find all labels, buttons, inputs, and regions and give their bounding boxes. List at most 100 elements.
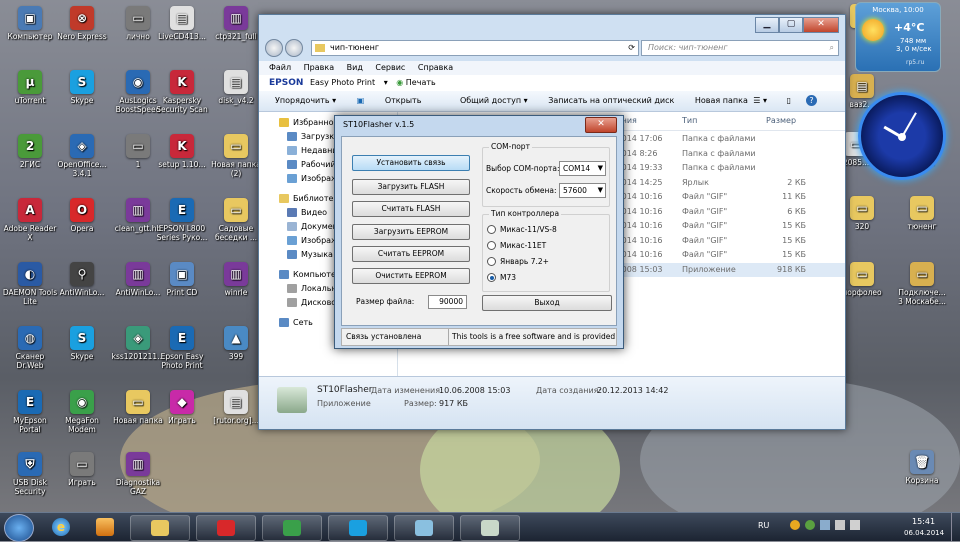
desktop-icon[interactable]: ▥ Diagnostika GAZ [110,452,166,496]
desktop-icon[interactable]: ◆ Играть [154,390,210,425]
burn-button[interactable]: Записать на оптический диск [548,96,674,105]
desktop-icon[interactable]: ▭ Подключе... 3 Москабе... [896,262,948,306]
desktop-icon[interactable]: ⛨ USB Disk Security [2,452,58,496]
back-button[interactable] [265,39,283,57]
load-eeprom-button[interactable]: Загрузить EEPROM [352,224,470,240]
desktop-icon[interactable]: E EPSON L800 Series Руко... [154,198,210,242]
nav-item[interactable]: Музыка [287,250,333,259]
desktop-icon[interactable]: E Epson Easy Photo Print [154,326,210,370]
desktop-icon[interactable]: ▭ Новая папка (2) [208,134,264,178]
read-flash-button[interactable]: Считать FLASH [352,201,470,217]
desktop-icon[interactable]: ▤ LiveCD413... [154,6,210,41]
taskbar-item-st10flasher[interactable] [460,515,520,541]
search-input[interactable]: Поиск: чип-тюненг ⌕ [641,40,839,56]
desktop-icon[interactable]: ⊗ Nero Express [54,6,110,41]
taskbar-item-skype[interactable] [328,515,388,541]
desktop-icon[interactable]: 2 2ГИС [2,134,58,169]
desktop-icon[interactable]: ▣ Компьютер [2,6,58,41]
menu-file[interactable]: Файл [269,63,291,72]
desktop-icon[interactable]: ▣ Print CD [154,262,210,297]
desktop-icon[interactable]: 🗑 Корзина [896,450,948,485]
desktop-icon[interactable]: ▭ Играть [54,452,110,487]
desktop-icon[interactable]: ⚲ AntiWinLo... [54,262,110,297]
tray-icon-3[interactable] [820,520,830,530]
menu-help[interactable]: Справка [418,63,453,72]
help-icon[interactable]: ? [806,95,817,106]
desktop-icon[interactable]: ▥ ctp321_full [208,6,264,41]
language-indicator[interactable]: RU [758,521,769,530]
organize-button[interactable]: Упорядочить ▾ [275,96,336,105]
maximize-button[interactable]: ▢ [779,17,803,33]
weather-gadget[interactable]: Москва, 10:00 +4°C 748 мм 3, 0 м/сек rp5… [855,2,941,72]
controller-radio[interactable]: M73 [487,273,516,282]
nav-item[interactable]: Видео [287,208,327,217]
desktop-icon[interactable]: ▲ 399 [208,326,264,361]
taskbar-item-explorer[interactable] [130,515,190,541]
desktop-icon[interactable]: K Kaspersky Security Scan [154,70,210,114]
desktop-icon[interactable]: E MyEpson Portal [2,390,58,434]
exit-button[interactable]: Выход [482,295,612,311]
desktop-icon[interactable]: O Opera [54,198,110,233]
epson-app-label[interactable]: Easy Photo Print [310,78,375,87]
read-eeprom-button[interactable]: Считать EEPROM [352,246,470,262]
volume-icon[interactable] [850,520,860,530]
controller-radio[interactable]: Микас-11/VS-8 [487,225,557,234]
desktop-icon[interactable]: ▤ [rutor.org]... [208,390,264,425]
menu-tools[interactable]: Сервис [375,63,405,72]
st10flasher-dialog[interactable]: ST10Flasher v.1.5 ✕ Установить связь Заг… [334,115,624,349]
com-port-select[interactable]: COM14 ▼ [559,161,606,176]
chevron-down-icon[interactable]: ▾ [384,78,388,87]
nav-item[interactable]: Сеть [279,318,313,327]
tray-icon-2[interactable] [805,520,815,530]
search-icon[interactable]: ⌕ [830,41,834,55]
connect-button[interactable]: Установить связь [352,155,470,171]
tray-icon-1[interactable] [790,520,800,530]
clock-time[interactable]: 15:41 [912,517,935,526]
desktop-icon[interactable]: S Skype [54,326,110,361]
menu-edit[interactable]: Правка [304,63,334,72]
taskbar-item-icq[interactable] [262,515,322,541]
taskbar-item-opera[interactable] [196,515,256,541]
desktop-icon[interactable]: µ uTorrent [2,70,58,105]
desktop-icon[interactable]: ▥ winrle [208,262,264,297]
controller-radio[interactable]: Январь 7.2+ [487,257,549,266]
desktop-icon[interactable]: A Adobe Reader X [2,198,58,242]
desktop-icon[interactable]: ▭ Садовые беседки ... [208,198,264,242]
nav-item[interactable]: Рабочий [287,160,336,169]
dialog-close-button[interactable]: ✕ [585,117,617,133]
nav-item[interactable]: Загрузки [287,132,339,141]
filesize-input[interactable]: 90000 [428,295,467,309]
clock-date[interactable]: 06.04.2014 [904,529,944,537]
desktop-icon[interactable]: S Skype [54,70,110,105]
desktop-icon[interactable]: ▭ тюненг [896,196,948,231]
explorer-titlebar[interactable]: ▁ ▢ ✕ [259,15,845,37]
desktop-icon[interactable]: ◉ MegaFon Modem [54,390,110,434]
nav-item[interactable]: Компьютер [279,270,341,279]
forward-button[interactable] [285,39,303,57]
nav-item[interactable]: Избранное [279,118,338,127]
show-desktop-button[interactable] [951,513,960,541]
start-button[interactable] [4,514,34,542]
media-player-icon[interactable] [96,518,114,536]
taskbar-item-notepad[interactable] [394,515,454,541]
desktop-icon[interactable]: ◈ OpenOffice... 3.4.1 [54,134,110,178]
column-type[interactable]: Тип [682,112,697,130]
desktop-icon[interactable]: Ksetup 1.10... [154,134,210,169]
tray-icon-4[interactable] [835,520,845,530]
epson-print-button[interactable]: Печать [406,78,436,87]
menu-view[interactable]: Вид [347,63,363,72]
column-size[interactable]: Размер [766,112,796,130]
minimize-button[interactable]: ▁ [755,17,779,33]
controller-radio[interactable]: Микас-11ET [487,241,546,250]
preview-pane-icon[interactable]: ▯ [787,91,791,111]
load-flash-button[interactable]: Загрузить FLASH [352,179,470,195]
desktop-icon[interactable]: ▤ disk_v4.2 [208,70,264,105]
open-button[interactable]: ▣ Открыть [357,96,440,105]
clock-gadget[interactable] [858,92,946,180]
share-button[interactable]: Общий доступ ▾ [460,96,528,105]
desktop-icon[interactable]: ◐ DAEMON Tools Lite [2,262,58,306]
baud-select[interactable]: 57600 ▼ [559,183,606,198]
desktop-icon[interactable]: ◍ Сканер Dr.Web [2,326,58,370]
refresh-icon[interactable]: ⟳ [628,41,635,55]
new-folder-button[interactable]: Новая папка [695,96,748,105]
